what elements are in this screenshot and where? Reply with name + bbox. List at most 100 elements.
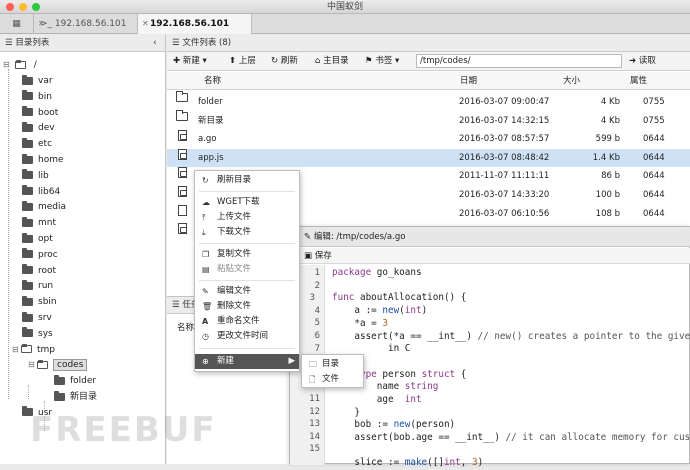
tree-item-10[interactable]: opt xyxy=(22,232,53,246)
upload-icon: ⤒ xyxy=(202,213,206,222)
tree-item-2[interactable]: boot xyxy=(22,106,58,120)
tree-item-5[interactable]: home xyxy=(22,153,64,167)
menu-copy-file[interactable]: ❐ 复制文件 xyxy=(195,247,299,262)
file-icon: 🗋 xyxy=(309,375,316,384)
close-window-button[interactable] xyxy=(6,3,14,11)
tree-item-label: srv xyxy=(38,313,52,323)
menu-label: 下载文件 xyxy=(217,227,252,237)
menu-paste-file[interactable]: ▤ 粘贴文件 xyxy=(195,262,299,277)
collapse-icon[interactable]: ⊟ xyxy=(12,343,21,357)
maximize-window-button[interactable] xyxy=(32,3,40,11)
tree-item-1[interactable]: bin xyxy=(22,90,52,104)
tree-root[interactable]: ⊟ / xyxy=(3,58,37,72)
menu-wget-download[interactable]: ☁ WGET下载 xyxy=(195,195,299,210)
close-tab-icon[interactable]: ✕ xyxy=(38,14,45,34)
read-button[interactable]: ➜ 读取 xyxy=(629,54,656,68)
tree-item-19[interactable]: folder xyxy=(54,374,96,388)
bookmark-button[interactable]: ⚑ 书签 ▾ xyxy=(365,54,399,68)
font-icon: A xyxy=(202,317,209,326)
tree-item-8[interactable]: media xyxy=(22,200,66,214)
tree-item-label: run xyxy=(38,281,54,292)
submenu-new-file[interactable]: 🗋 文件 xyxy=(302,372,363,387)
folder-icon xyxy=(22,216,33,227)
file-row[interactable]: a.go 2016-03-07 08:57:57 599 b 0644 xyxy=(167,130,690,148)
tree-item-18[interactable]: ⊟ codes xyxy=(28,358,88,372)
refresh-icon: ↻ xyxy=(202,176,209,185)
file-row[interactable]: app.js 2016-03-07 08:48:42 1.4 Kb 0644 xyxy=(167,148,690,167)
menu-change-time[interactable]: ◷ 更改文件时间 xyxy=(195,329,299,344)
cloud-download-icon: ☁ xyxy=(202,198,210,207)
column-perm[interactable]: 属性 xyxy=(630,72,647,90)
menu-edit-file[interactable]: ✎ 编辑文件 xyxy=(195,284,299,299)
folder-icon xyxy=(22,106,33,117)
tab-terminal[interactable]: >_ 192.168.56.101 ✕ xyxy=(34,14,138,34)
tab-home[interactable]: ▦ xyxy=(0,14,34,34)
tree-item-15[interactable]: srv xyxy=(22,311,52,325)
menu-download-file[interactable]: ⤓ 下载文件 xyxy=(195,225,299,240)
tree-item-6[interactable]: lib xyxy=(22,169,49,183)
file-perm: 0644 xyxy=(643,152,665,163)
column-date[interactable]: 日期 xyxy=(460,72,477,90)
tree-item-label: lib xyxy=(38,170,49,181)
line-number: 14 xyxy=(309,431,320,442)
file-row[interactable]: folder 2016-03-07 09:00:47 4 Kb 0755 xyxy=(167,91,690,111)
line-number: 3 xyxy=(309,293,315,304)
minimize-window-button[interactable] xyxy=(19,3,27,11)
collapse-icon[interactable]: ⊟ xyxy=(28,358,37,372)
collapse-panel-icon[interactable]: ‹ xyxy=(153,35,157,52)
tree-item-20[interactable]: 新目录 xyxy=(54,390,97,404)
tree-item-12[interactable]: root xyxy=(22,264,56,278)
tree-item-label: home xyxy=(38,155,64,165)
home-button[interactable]: ⌂ 主目录 xyxy=(315,54,349,68)
copy-icon: ❐ xyxy=(202,250,210,259)
code-file-icon xyxy=(178,167,187,179)
refresh-button[interactable]: ↻ 刷新 xyxy=(271,54,298,68)
menu-refresh-dir[interactable]: ↻ 刷新目录 xyxy=(195,173,299,188)
menu-upload-file[interactable]: ⤒ 上传文件 xyxy=(195,210,299,225)
code-line: func aboutAllocation() { xyxy=(332,292,467,303)
tab-filemanager[interactable]: ✕ 192.168.56.101 xyxy=(138,14,252,34)
up-button[interactable]: ⬆ 上层 xyxy=(229,54,256,68)
menu-label: 刷新目录 xyxy=(217,175,252,185)
tree-item-17[interactable]: ⊟ tmp xyxy=(12,343,55,357)
column-size[interactable]: 大小 xyxy=(563,72,580,90)
tree-item-3[interactable]: dev xyxy=(22,121,55,135)
menu-rename-file[interactable]: A 重命名文件 xyxy=(195,314,299,329)
tree-item-label: lib64 xyxy=(38,186,61,197)
folder-icon xyxy=(22,121,33,132)
tree-item-9[interactable]: mnt xyxy=(22,216,56,230)
folder-icon xyxy=(22,153,33,164)
folder-icon xyxy=(22,327,33,338)
path-input[interactable]: /tmp/codes/ xyxy=(416,54,622,68)
file-row[interactable]: 新目录 2016-03-07 14:32:15 4 Kb 0755 xyxy=(167,109,690,130)
menu-delete-file[interactable]: 🗑 删除文件 xyxy=(195,299,299,314)
line-number: 4 xyxy=(314,305,320,316)
code-line: slice := make([]int, 3) xyxy=(332,457,484,468)
caret-down-icon: ▾ xyxy=(202,56,207,66)
file-size: 4 Kb xyxy=(600,97,620,107)
close-tab-icon[interactable]: ✕ xyxy=(142,14,149,34)
tree-item-16[interactable]: sys xyxy=(22,327,53,341)
code-line: age int xyxy=(332,394,422,405)
tree-item-13[interactable]: run xyxy=(22,279,53,293)
file-toolbar: ✚ 新建 ▾ ⬆ 上层 ↻ 刷新 ⌂ 主目录 ⚑ 书签 ▾ /tmp/codes… xyxy=(167,52,690,71)
save-button[interactable]: ▣ 保存 xyxy=(304,251,332,261)
tree-item-0[interactable]: var xyxy=(22,74,53,88)
line-number: 5 xyxy=(314,318,320,329)
folder-icon xyxy=(22,74,33,85)
tree-item-7[interactable]: lib64 xyxy=(22,185,60,199)
collapse-icon[interactable]: ⊟ xyxy=(3,58,12,72)
menu-new[interactable]: ⊕ 新建 ▶ xyxy=(195,354,299,369)
column-name[interactable]: 名称 xyxy=(204,72,221,90)
tree-item-4[interactable]: etc xyxy=(22,137,52,151)
menu-label: 更改文件时间 xyxy=(217,331,269,341)
directory-panel: ☰ 目录列表 ‹ ⊟ / var bin boot dev etc home lib lib6… xyxy=(0,35,166,464)
tree-item-11[interactable]: proc xyxy=(22,248,58,262)
file-size: 599 b xyxy=(595,134,620,145)
new-button[interactable]: ✚ 新建 ▾ xyxy=(173,54,207,68)
tree-item-label: proc xyxy=(38,249,58,260)
tree-item-14[interactable]: sbin xyxy=(22,295,57,309)
folder-icon xyxy=(22,137,33,148)
submenu-new-folder[interactable]: 🗀 目录 xyxy=(302,357,363,372)
code-line: *a = 3 xyxy=(332,318,388,329)
